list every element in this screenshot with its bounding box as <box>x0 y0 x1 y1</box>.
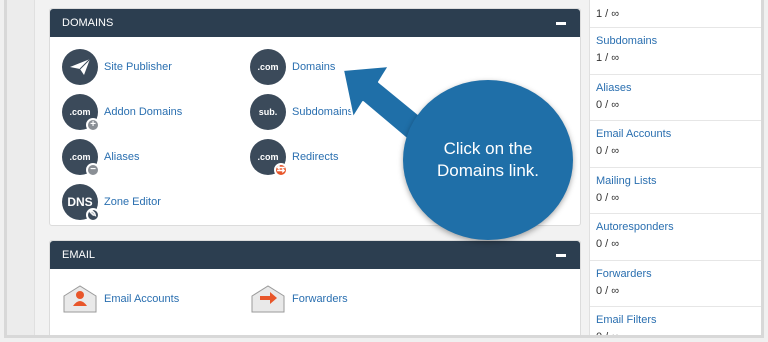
stat-email-accounts: Email Accounts 0 / ∞ <box>590 121 761 168</box>
redirects-link[interactable]: .com ⇆ Redirects <box>250 139 338 177</box>
stat-aliases-value: 0 / ∞ <box>596 98 620 111</box>
stat-aliases-label[interactable]: Aliases <box>596 79 757 97</box>
stat-forwarders: Forwarders 0 / ∞ <box>590 261 761 307</box>
left-gutter <box>7 0 35 335</box>
redirect-icon-text: .com <box>257 152 279 162</box>
stat-email-filters-value: 0 / ∞ <box>596 331 620 338</box>
stat-email-filters-label[interactable]: Email Filters <box>596 311 757 329</box>
stat-autoresponders-value: 0 / ∞ <box>596 238 620 250</box>
forwarders-link[interactable]: Forwarders <box>250 281 348 317</box>
aliases-label: Aliases <box>104 151 140 163</box>
email-panel-title: EMAIL <box>62 249 96 261</box>
dotcom-alias-icon: .com − <box>62 139 100 177</box>
stat-subdomains: Subdomains 1 / ∞ <box>590 28 761 75</box>
stats-sidebar: 1 / ∞ Subdomains 1 / ∞ Aliases 0 / ∞ Ema… <box>589 0 761 338</box>
stat-mailing-lists-value: 0 / ∞ <box>596 191 620 204</box>
addon-domains-link[interactable]: .com + Addon Domains <box>62 94 183 132</box>
email-panel: EMAIL Email Accounts Forwarders <box>49 240 581 335</box>
email-panel-header[interactable]: EMAIL <box>50 241 580 269</box>
callout-line1: Click on the <box>443 139 533 158</box>
zone-editor-label: Zone Editor <box>104 196 161 208</box>
email-accounts-link[interactable]: Email Accounts <box>62 281 179 317</box>
plus-icon: + <box>86 118 100 132</box>
sub-icon: sub. <box>250 94 286 130</box>
domains-link[interactable]: .com Domains <box>250 49 335 85</box>
stat-email-accounts-value: 0 / ∞ <box>596 145 620 157</box>
stat-subdomains-label[interactable]: Subdomains <box>596 32 757 50</box>
pencil-icon: ✎ <box>86 208 100 222</box>
envelope-person-icon <box>62 281 98 317</box>
alias-icon-text: .com <box>69 152 91 162</box>
stat-mailing-lists: Mailing Lists 0 / ∞ <box>590 168 761 214</box>
aliases-link[interactable]: .com − Aliases <box>62 139 140 177</box>
addon-domains-label: Addon Domains <box>104 106 183 118</box>
stat-autoresponders-label[interactable]: Autoresponders <box>596 218 757 236</box>
stat-mailing-lists-label[interactable]: Mailing Lists <box>596 172 757 190</box>
stat-email-filters: Email Filters 0 / ∞ <box>590 307 761 338</box>
paper-plane-icon <box>62 49 98 85</box>
dotcom-add-icon: .com + <box>62 94 100 132</box>
domains-panel-header[interactable]: DOMAINS <box>50 9 580 37</box>
addon-icon-text: .com <box>69 107 91 117</box>
stat-aliases: Aliases 0 / ∞ <box>590 75 761 121</box>
stat-forwarders-value: 0 / ∞ <box>596 284 620 297</box>
callout-line2: Domains link. <box>436 161 540 180</box>
site-publisher-label: Site Publisher <box>104 61 172 73</box>
dns-icon: DNS ✎ <box>62 184 100 222</box>
callout-bubble: Click on the Domains link. <box>403 80 573 240</box>
minus-icon: − <box>86 163 100 177</box>
email-accounts-label: Email Accounts <box>104 293 180 305</box>
dotcom-redirect-icon: .com ⇆ <box>250 139 288 177</box>
collapse-icon[interactable] <box>556 22 566 25</box>
stat-autoresponders: Autoresponders 0 / ∞ <box>590 214 761 261</box>
stat-top-value: 1 / ∞ <box>596 8 620 20</box>
collapse-icon[interactable] <box>556 254 566 257</box>
domains-panel-title: DOMAINS <box>62 17 114 29</box>
stat-email-accounts-label[interactable]: Email Accounts <box>596 125 757 143</box>
site-publisher-link[interactable]: Site Publisher <box>62 49 172 85</box>
page-frame: DOMAINS Site Publisher .com Domains .com… <box>4 0 764 338</box>
zone-editor-link[interactable]: DNS ✎ Zone Editor <box>62 184 161 222</box>
dns-icon-text: DNS <box>67 195 93 209</box>
stat-top: 1 / ∞ <box>590 0 761 28</box>
dotcom-icon: .com <box>250 49 286 85</box>
stat-forwarders-label[interactable]: Forwarders <box>596 265 757 283</box>
stat-subdomains-value: 1 / ∞ <box>596 52 620 64</box>
envelope-forward-icon <box>250 281 286 317</box>
redirect-badge-icon: ⇆ <box>274 163 288 177</box>
forwarders-label: Forwarders <box>292 293 348 305</box>
